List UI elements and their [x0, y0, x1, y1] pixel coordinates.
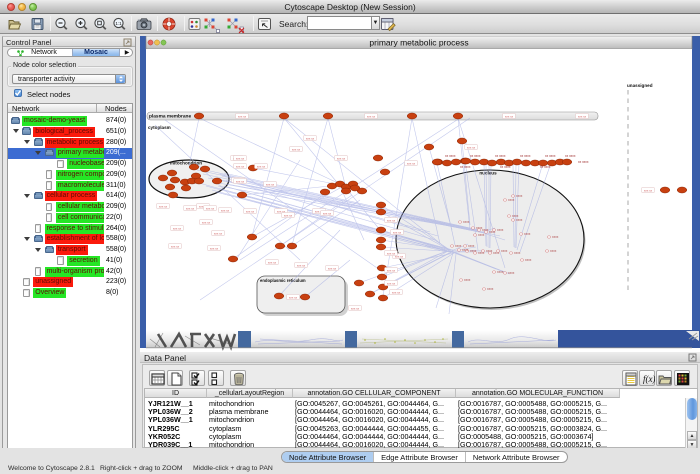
svg-text:xxx xx: xxx xx [221, 208, 230, 212]
svg-text:xxx xx: xxx xx [159, 204, 168, 208]
svg-text:xxx xx: xxx xx [328, 266, 337, 270]
svg-text:nucleus: nucleus [479, 171, 497, 176]
svg-text:xxx xx: xxx xx [202, 220, 211, 224]
svg-text:xxx xx: xxx xx [236, 179, 245, 183]
svg-text:xxxx: xxxx [516, 218, 523, 222]
svg-text:xxx xx: xxx xx [387, 281, 396, 285]
svg-text:xxxx: xxxx [462, 248, 469, 252]
svg-text:xxxx: xxxx [514, 251, 521, 255]
svg-text:xxx xx: xxx xx [387, 251, 396, 255]
svg-text:xxx xx: xxx xx [407, 161, 416, 165]
svg-text:xx xxxx: xx xxxx [540, 165, 551, 169]
svg-text:xxxx: xxxx [497, 228, 504, 232]
svg-text:endoplasmic reticulum: endoplasmic reticulum [260, 278, 306, 283]
svg-text:xxxx: xxxx [468, 244, 475, 248]
svg-text:xxx xx: xxx xx [246, 209, 255, 213]
svg-text:xxxx: xxxx [552, 235, 559, 239]
svg-text:xxxx: xxxx [525, 258, 532, 262]
svg-text:xxxx: xxxx [478, 233, 485, 237]
svg-text:xxxx: xxxx [463, 220, 470, 224]
svg-text:xxxx: xxxx [508, 271, 515, 275]
svg-text:xxx xx: xxx xx [210, 246, 219, 250]
svg-text:xxx xx: xxx xx [578, 114, 587, 118]
svg-text:xx xxxx: xx xxxx [545, 154, 556, 158]
svg-text:plasma membrane: plasma membrane [149, 114, 191, 120]
svg-text:xxx xx: xxx xx [337, 156, 346, 160]
svg-text:xx xxxx: xx xxxx [470, 154, 481, 158]
svg-text:xxx xx: xxx xx [289, 295, 298, 299]
svg-text:xxxx: xxxx [524, 232, 531, 236]
svg-text:primary metabolic process: primary metabolic process [369, 38, 468, 48]
svg-text:xxx xx: xxx xx [505, 114, 514, 118]
svg-text:xxx xx: xxx xx [268, 260, 277, 264]
svg-text:xx xxxx: xx xxxx [520, 154, 531, 158]
svg-text:xxxx: xxxx [512, 214, 519, 218]
svg-text:xxx xx: xxx xx [284, 213, 293, 217]
svg-text:xxx xx: xxx xx [367, 114, 376, 118]
svg-text:xx xxxx: xx xxxx [565, 154, 576, 158]
svg-text:xxxx: xxxx [487, 287, 494, 291]
svg-text:xxx xx: xxx xx [387, 218, 396, 222]
svg-text:xxx xx: xxx xx [171, 244, 180, 248]
svg-text:xx xxxx: xx xxxx [578, 160, 589, 164]
svg-text:xx xxxx: xx xxxx [460, 165, 471, 169]
svg-text:xxxx: xxxx [464, 278, 471, 282]
svg-text:xxx xx: xxx xx [467, 145, 476, 149]
svg-text:xxx xx: xxx xx [297, 263, 306, 267]
svg-text:1:1: 1:1 [115, 21, 122, 26]
svg-text:xx xxxx: xx xxxx [445, 154, 456, 158]
svg-text:xx xxxx: xx xxxx [500, 165, 511, 169]
svg-text:xx xxxx: xx xxxx [495, 154, 506, 158]
svg-text:xxx xx: xxx xx [236, 156, 245, 160]
svg-text:xxxx: xxxx [550, 249, 557, 253]
svg-text:xxx xx: xxx xx [257, 164, 266, 168]
svg-text:xxx xx: xxx xx [238, 114, 247, 118]
svg-text:xxxx: xxxx [501, 249, 508, 253]
svg-text:xxx xx: xxx xx [387, 268, 396, 272]
svg-text:xxx xx: xxx xx [266, 182, 275, 186]
svg-text:xxx xx: xxx xx [644, 188, 653, 192]
svg-text:xxx xx: xxx xx [392, 290, 401, 294]
svg-text:xxx xx: xxx xx [173, 226, 182, 230]
svg-text:xxx xx: xxx xx [292, 147, 301, 151]
svg-text:xxx xx: xxx xx [393, 230, 402, 234]
svg-text:xxx xx: xxx xx [186, 206, 195, 210]
svg-text:xxxx: xxxx [516, 194, 523, 198]
svg-text:f(x): f(x) [643, 374, 655, 384]
svg-text:xxxx: xxxx [508, 198, 515, 202]
svg-text:xxxx: xxxx [455, 244, 462, 248]
svg-text:unassigned: unassigned [627, 83, 653, 88]
svg-text:xxx xx: xxx xx [236, 164, 245, 168]
svg-text:xxx xx: xxx xx [306, 136, 315, 140]
svg-text:xxx xx: xxx xx [214, 231, 223, 235]
svg-text:xxxx: xxxx [497, 270, 504, 274]
svg-text:xxx xx: xxx xx [206, 206, 215, 210]
svg-text:xxx xx: xxx xx [323, 211, 332, 215]
svg-text:xxx xx: xxx xx [351, 306, 360, 310]
